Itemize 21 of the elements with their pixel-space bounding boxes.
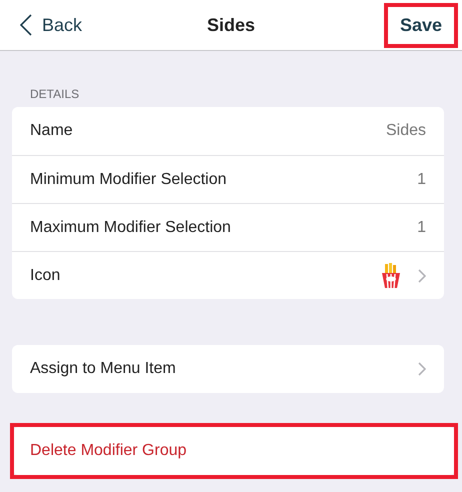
row-value: Sides bbox=[386, 122, 426, 140]
row-value: 1 bbox=[417, 170, 426, 188]
row-value: 1 bbox=[417, 218, 426, 236]
row-label: Minimum Modifier Selection bbox=[30, 170, 227, 188]
delete-button[interactable]: Delete Modifier Group bbox=[14, 427, 454, 475]
row-label: Maximum Modifier Selection bbox=[30, 218, 231, 236]
row-label: Assign to Menu Item bbox=[30, 360, 176, 378]
settings-row[interactable]: Name Sides bbox=[12, 107, 444, 155]
settings-row[interactable]: Minimum Modifier Selection 1 bbox=[12, 155, 444, 203]
chevron-icon bbox=[418, 362, 426, 376]
back-chevron-icon bbox=[20, 14, 32, 36]
section-heading: DETAILS bbox=[30, 87, 80, 101]
chevron-icon bbox=[418, 268, 426, 282]
settings-row[interactable]: Assign to Menu Item bbox=[12, 345, 444, 393]
row-label: Icon bbox=[30, 266, 60, 284]
settings-row[interactable]: Icon bbox=[12, 251, 444, 299]
fries-icon bbox=[380, 262, 402, 288]
row-label: Name bbox=[30, 122, 73, 140]
screen-title: Sides bbox=[206, 14, 256, 36]
settings-row[interactable]: Maximum Modifier Selection 1 bbox=[12, 203, 444, 251]
back-button[interactable]: Back bbox=[20, 14, 82, 36]
